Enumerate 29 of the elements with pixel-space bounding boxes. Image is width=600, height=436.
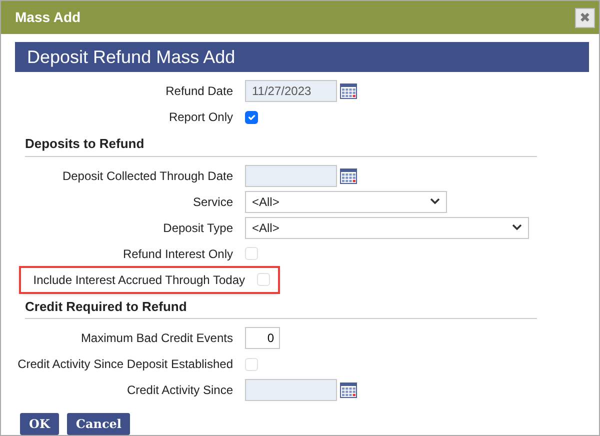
- chevron-icon: [430, 198, 440, 205]
- form-header: Deposit Refund Mass Add: [15, 42, 589, 72]
- dialog-button[interactable]: OK: [20, 413, 59, 435]
- field-label: Include Interest Accrued Through Today: [33, 272, 245, 288]
- calendar-icon[interactable]: [340, 83, 357, 99]
- window-title: Mass Add: [15, 8, 81, 27]
- date-field[interactable]: [245, 379, 337, 401]
- section-heading: Deposits to Refund: [25, 134, 537, 156]
- field-label: Refund Interest Only: [122, 246, 233, 262]
- date-field[interactable]: 11/27/2023: [245, 80, 337, 102]
- dialog-button[interactable]: Cancel: [66, 413, 130, 435]
- section-heading: Credit Required to Refund: [25, 296, 537, 319]
- checkbox[interactable]: [245, 110, 258, 124]
- field-label: Credit Activity Since Deposit Established: [18, 356, 233, 373]
- field-label: Report Only: [168, 109, 233, 126]
- dropdown[interactable]: <All>: [245, 190, 447, 212]
- number-field[interactable]: 0: [245, 327, 280, 349]
- field-label: Refund Date: [166, 83, 233, 100]
- field-label: Maximum Bad Credit Events: [80, 330, 233, 347]
- dropdown[interactable]: <All>: [245, 216, 529, 238]
- calendar-icon[interactable]: [340, 168, 357, 184]
- calendar-icon[interactable]: [340, 382, 357, 398]
- field-label: Deposit Type: [163, 220, 233, 236]
- field-label: Credit Activity Since: [126, 382, 233, 399]
- close-button[interactable]: ✖: [575, 8, 595, 28]
- date-field[interactable]: [245, 164, 337, 186]
- chevron-icon: [512, 224, 522, 231]
- field-label: Deposit Collected Through Date: [62, 168, 233, 184]
- field-label: Service: [192, 194, 233, 210]
